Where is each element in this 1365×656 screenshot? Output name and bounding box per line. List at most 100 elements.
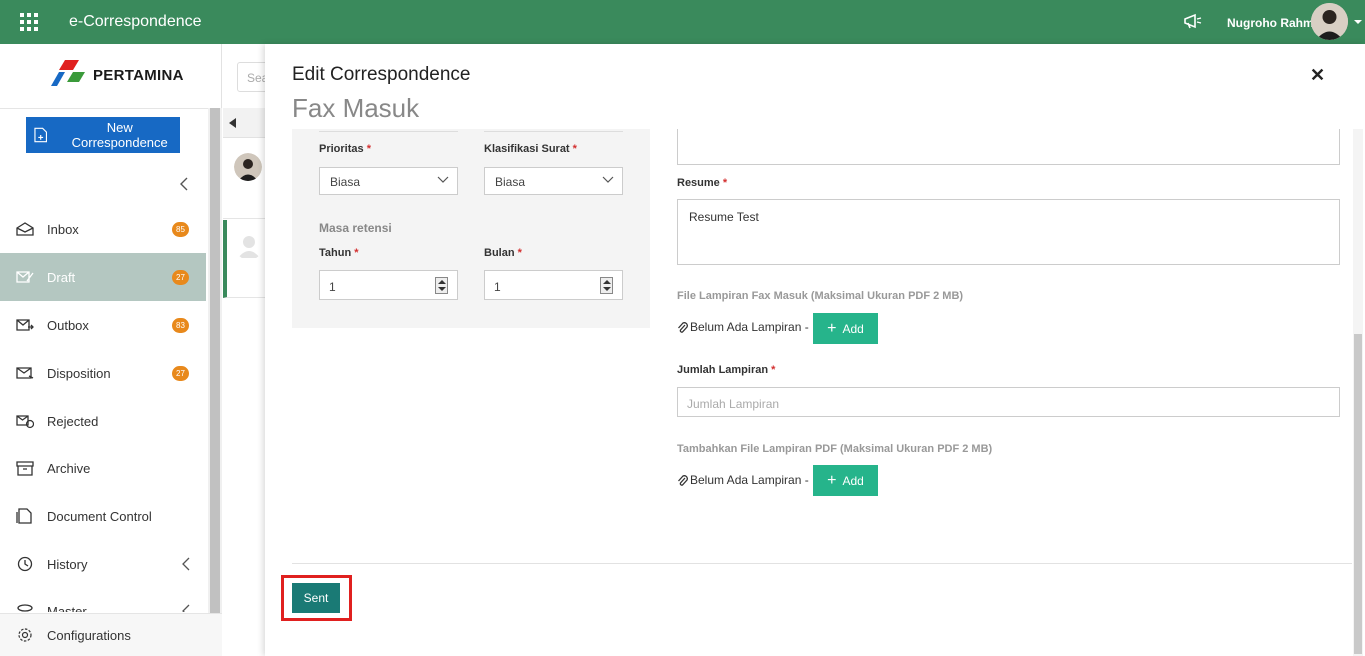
app-title: e-Correspondence	[69, 13, 202, 30]
add-label: Add	[842, 321, 864, 336]
bulan-value: 1	[494, 280, 501, 294]
klasifikasi-value: Biasa	[495, 175, 526, 189]
tambah-lampiran-label: Tambahkan File Lampiran PDF (Maksimal Uk…	[677, 443, 993, 455]
configurations-label: Configurations	[47, 627, 131, 643]
sidebar-item-label: History	[47, 556, 88, 572]
no-attachment-text: Belum Ada Lampiran -	[690, 320, 809, 334]
previous-page-icon[interactable]	[229, 118, 236, 128]
classification-panel: Prioritas * Biasa Klasifikasi Surat * Bi…	[292, 129, 650, 328]
sidebar-item-draft[interactable]: Draft 27	[0, 253, 206, 301]
masa-retensi-heading: Masa retensi	[319, 221, 392, 235]
jumlah-lampiran-input[interactable]: Jumlah Lampiran	[677, 387, 1340, 417]
add-label: Add	[842, 473, 864, 488]
new-document-icon	[34, 127, 48, 143]
placeholder-avatar	[238, 236, 260, 258]
field-stub	[319, 129, 458, 132]
sidebar-item-document-control[interactable]: Document Control	[0, 492, 206, 540]
list-pagination	[223, 108, 268, 138]
previous-textarea[interactable]	[677, 129, 1340, 165]
user-name[interactable]: Nugroho Rahm	[1227, 16, 1314, 30]
bulan-spinner[interactable]	[600, 277, 613, 294]
pertamina-logo: PERTAMINA	[45, 58, 184, 92]
tahun-spinner[interactable]	[435, 277, 448, 294]
sidebar-item-inbox[interactable]: Inbox 85	[0, 205, 206, 253]
klasifikasi-label: Klasifikasi Surat *	[484, 143, 577, 155]
sidebar-item-archive[interactable]: Archive	[0, 444, 206, 492]
resume-label: Resume *	[677, 177, 728, 189]
new-correspondence-button[interactable]: New Correspondence	[26, 117, 180, 153]
sidebar-item-outbox[interactable]: Outbox 83	[0, 301, 206, 349]
paperclip-icon	[678, 321, 688, 333]
footer-divider	[292, 563, 1352, 564]
close-icon[interactable]: ✕	[1310, 65, 1325, 86]
sidebar-scrollbar[interactable]	[208, 108, 222, 656]
master-expand-chevron-icon[interactable]	[181, 604, 191, 612]
tahun-input[interactable]: 1	[319, 270, 458, 300]
sidebar-item-rejected[interactable]: Rejected	[0, 397, 206, 445]
sidebar-item-label: Outbox	[47, 317, 89, 333]
megaphone-icon[interactable]	[1183, 13, 1203, 31]
archive-icon	[16, 461, 34, 476]
no-attachment-text: Belum Ada Lampiran -	[690, 473, 809, 487]
sidebar-item-label: Document Control	[47, 508, 152, 524]
prioritas-value: Biasa	[330, 175, 361, 189]
sidebar-item-label: Inbox	[47, 221, 79, 237]
plus-icon: +	[827, 471, 837, 489]
document-control-icon	[16, 508, 32, 524]
resume-textarea[interactable]: Resume Test	[677, 199, 1340, 265]
sidebar-item-configurations[interactable]: Configurations	[0, 613, 222, 656]
modal-scrollbar-thumb[interactable]	[1354, 334, 1362, 654]
outbox-count-badge: 83	[172, 317, 189, 333]
modal-scrollbar[interactable]	[1353, 129, 1363, 656]
paperclip-icon	[678, 474, 688, 486]
sent-button[interactable]: Sent	[292, 583, 340, 613]
sidebar-item-label: Draft	[47, 269, 76, 285]
pdf-attachment-status: Belum Ada Lampiran -	[677, 473, 809, 487]
master-icon	[17, 604, 33, 612]
pertamina-logo-mark-icon	[51, 60, 85, 86]
fax-attachment-status: Belum Ada Lampiran -	[677, 320, 809, 334]
bulan-input[interactable]: 1	[484, 270, 623, 300]
add-fax-attachment-button[interactable]: + Add	[813, 313, 878, 344]
sidebar-item-label: Disposition	[47, 365, 111, 381]
list-item[interactable]	[223, 220, 268, 298]
sidebar-item-master[interactable]: Master	[0, 588, 206, 612]
chevron-down-icon	[437, 176, 449, 183]
sidebar-item-disposition[interactable]: Disposition 27	[0, 349, 206, 397]
logo-text: PERTAMINA	[93, 66, 184, 84]
app-grid-icon[interactable]	[20, 13, 38, 31]
sidebar-item-history[interactable]: History	[0, 540, 206, 588]
user-menu-caret-icon[interactable]	[1354, 20, 1362, 24]
file-fax-label: File Lampiran Fax Masuk (Maksimal Ukuran…	[677, 290, 964, 302]
rejected-icon	[16, 415, 34, 429]
draft-icon	[16, 271, 34, 283]
new-correspondence-label: New Correspondence	[71, 120, 168, 150]
sidebar-item-label: Archive	[47, 460, 91, 476]
field-stub	[484, 129, 623, 132]
klasifikasi-select[interactable]: Biasa	[484, 167, 623, 195]
collapse-sidebar-chevron-icon[interactable]	[178, 177, 190, 191]
sidebar-item-label: Master	[47, 604, 87, 612]
history-expand-chevron-icon[interactable]	[181, 557, 191, 571]
add-pdf-attachment-button[interactable]: + Add	[813, 465, 878, 496]
list-item[interactable]	[223, 139, 268, 219]
jumlah-lampiran-label: Jumlah Lampiran *	[677, 364, 776, 376]
modal-title: Edit Correspondence	[292, 64, 471, 85]
user-avatar[interactable]	[1311, 3, 1348, 40]
sidebar-item-label: Rejected	[47, 413, 99, 429]
modal-subtitle: Fax Masuk	[292, 93, 420, 123]
plus-icon: +	[827, 319, 837, 337]
outbox-icon	[16, 319, 34, 331]
sender-avatar	[234, 153, 262, 181]
inbox-icon	[16, 222, 34, 236]
prioritas-select[interactable]: Biasa	[319, 167, 458, 195]
edit-correspondence-panel: Edit Correspondence Fax Masuk ✕ Priorita…	[265, 44, 1365, 656]
prioritas-label: Prioritas *	[319, 143, 371, 155]
tahun-value: 1	[329, 280, 336, 294]
chevron-down-icon	[602, 176, 614, 183]
tahun-label: Tahun *	[319, 247, 359, 259]
disposition-count-badge: 27	[172, 365, 189, 381]
gear-icon	[18, 628, 32, 642]
sidebar-scrollbar-thumb[interactable]	[210, 108, 220, 613]
draft-count-badge: 27	[172, 269, 189, 285]
